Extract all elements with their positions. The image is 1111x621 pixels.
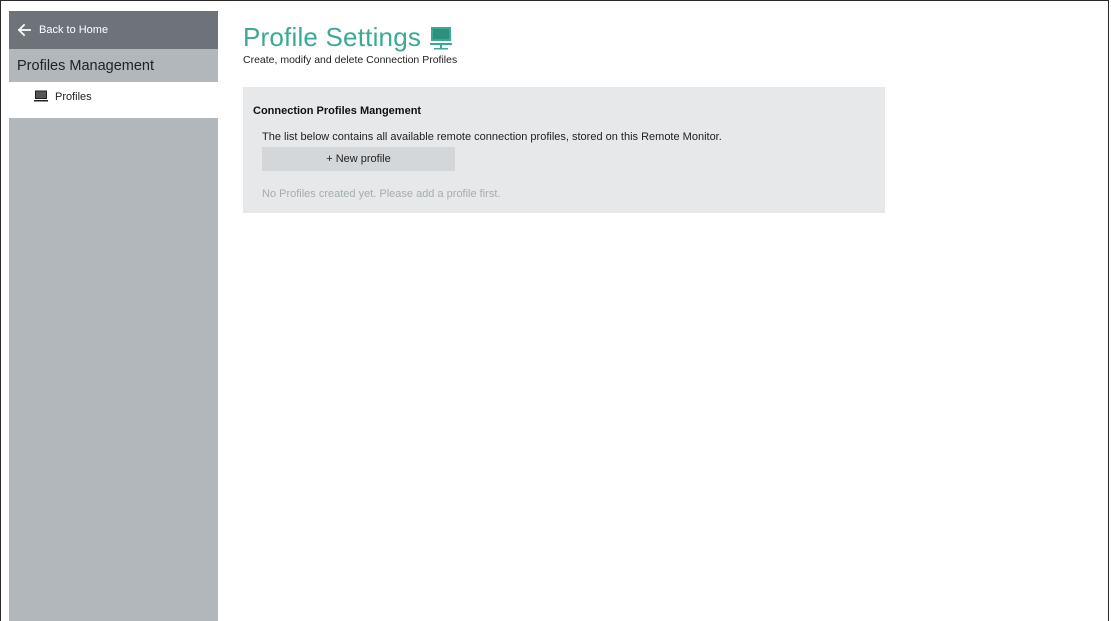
back-to-home-label: Back to Home: [39, 24, 109, 36]
sidebar-item-label: Profiles: [55, 91, 92, 103]
monitor-network-icon: [430, 26, 453, 49]
main-header: Profile Settings Create, modify and dele…: [243, 22, 457, 66]
connection-profiles-panel: Connection Profiles Mangement The list b…: [243, 87, 885, 213]
monitor-icon: [34, 90, 48, 102]
sidebar: Back to Home Profiles Management Profile…: [9, 11, 218, 621]
sidebar-section-title: Profiles Management: [9, 49, 218, 82]
sidebar-item-profiles[interactable]: Profiles: [9, 82, 218, 118]
page-title: Profile Settings: [243, 22, 422, 52]
panel-heading: Connection Profiles Mangement: [253, 105, 422, 117]
new-profile-button[interactable]: + New profile: [262, 147, 455, 171]
page-subtitle: Create, modify and delete Connection Pro…: [243, 54, 458, 66]
arrow-left-icon: [17, 23, 31, 37]
back-to-home-button[interactable]: Back to Home: [9, 11, 218, 49]
panel-description: The list below contains all available re…: [262, 131, 722, 143]
empty-profiles-message: No Profiles created yet. Please add a pr…: [262, 188, 501, 200]
